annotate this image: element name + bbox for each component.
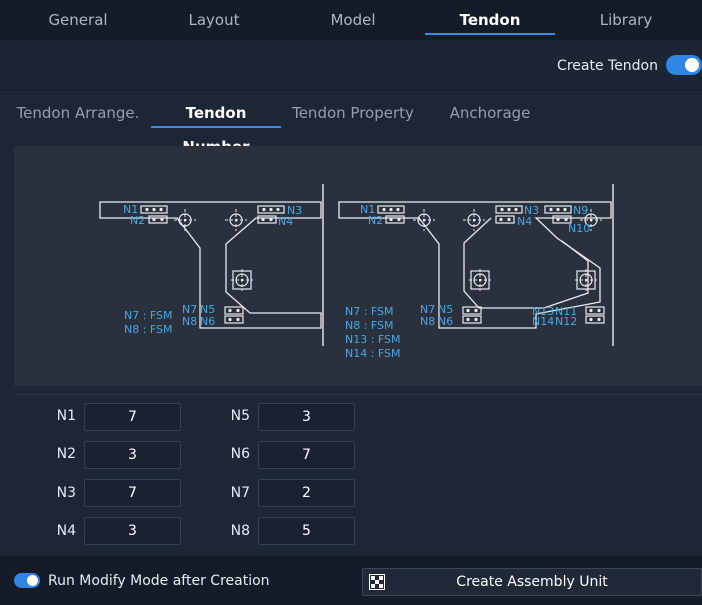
main-tab-bar: General Layout Model Tendon Library <box>0 0 702 40</box>
assembly-unit-icon <box>369 574 385 590</box>
right-label-n14: N14 <box>532 315 554 328</box>
right-label-n9: N9 <box>573 204 588 217</box>
run-modify-mode-toggle[interactable] <box>14 573 40 588</box>
create-assembly-unit-label: Create Assembly Unit <box>456 574 608 590</box>
tendon-number-input-n2[interactable] <box>84 441 181 469</box>
run-modify-mode-label: Run Modify Mode after Creation <box>48 573 270 589</box>
field-label-n8: N8 <box>230 523 250 539</box>
right-label-n8: N8 <box>420 315 435 328</box>
create-tendon-row: Create Tendon <box>0 40 702 90</box>
left-note-n7: N7 : FSM <box>124 309 173 322</box>
create-tendon-label: Create Tendon <box>557 58 658 74</box>
tab-library[interactable]: Library <box>568 0 684 40</box>
tendon-subtab-bar: Tendon Arrange. Tendon Number Tendon Pro… <box>0 96 702 156</box>
field-label-n5: N5 <box>230 408 250 424</box>
tendon-number-input-n8[interactable] <box>258 517 355 545</box>
left-label-n4: N4 <box>278 215 293 228</box>
cross-section-svg: N1 N2 N3 N4 N7 N5 N8 N6 N7 : FSM N8 : FS… <box>99 184 614 360</box>
tendon-number-input-n6[interactable] <box>258 441 355 469</box>
right-note-n8: N8 : FSM <box>345 319 394 332</box>
right-label-n4: N4 <box>517 215 532 228</box>
tendon-number-input-n7[interactable] <box>258 479 355 507</box>
tendon-number-input-n5[interactable] <box>258 403 355 431</box>
create-assembly-unit-button[interactable]: Create Assembly Unit <box>362 568 702 596</box>
right-label-n10: N10 <box>568 222 590 235</box>
field-label-n1: N1 <box>56 408 76 424</box>
right-note-n13: N13 : FSM <box>345 333 401 346</box>
field-label-n7: N7 <box>230 485 250 501</box>
field-label-n2: N2 <box>56 446 76 462</box>
toggle-knob <box>685 58 699 72</box>
tab-layout[interactable]: Layout <box>156 0 272 40</box>
right-section: N1 N2 N3 N4 N9 N10 N7 N5 N8 N6 N13 N11 N… <box>338 184 614 360</box>
tendon-cross-section-diagram: N1 N2 N3 N4 N7 N5 N8 N6 N7 : FSM N8 : FS… <box>14 146 702 386</box>
subtab-tendon-number[interactable]: Tendon Number <box>151 96 281 156</box>
right-label-n12: N12 <box>555 315 577 328</box>
tab-tendon[interactable]: Tendon <box>425 0 555 40</box>
left-note-n8: N8 : FSM <box>124 323 173 336</box>
tab-general[interactable]: General <box>20 0 136 40</box>
tab-model[interactable]: Model <box>295 0 411 40</box>
right-note-n14: N14 : FSM <box>345 347 401 360</box>
toggle-knob <box>27 575 38 586</box>
subtab-tendon-arrange[interactable]: Tendon Arrange. <box>14 96 142 130</box>
left-label-n8: N8 <box>182 315 197 328</box>
section-divider <box>14 394 702 395</box>
field-label-n6: N6 <box>230 446 250 462</box>
right-label-n6: N6 <box>438 315 453 328</box>
field-label-n3: N3 <box>56 485 76 501</box>
left-label-n2: N2 <box>130 214 145 227</box>
tendon-number-input-n4[interactable] <box>84 517 181 545</box>
right-label-n2: N2 <box>368 214 383 227</box>
footer-bar: Run Modify Mode after Creation Create As… <box>0 556 702 605</box>
subtab-anchorage[interactable]: Anchorage <box>430 96 550 130</box>
create-tendon-toggle[interactable] <box>666 55 702 75</box>
tendon-number-input-n1[interactable] <box>84 403 181 431</box>
subtab-tendon-property[interactable]: Tendon Property <box>286 96 420 130</box>
field-label-n4: N4 <box>56 523 76 539</box>
right-note-n7: N7 : FSM <box>345 305 394 318</box>
left-section: N1 N2 N3 N4 N7 N5 N8 N6 N7 : FSM N8 : FS… <box>99 184 324 346</box>
left-label-n6: N6 <box>200 315 215 328</box>
tendon-number-input-n3[interactable] <box>84 479 181 507</box>
